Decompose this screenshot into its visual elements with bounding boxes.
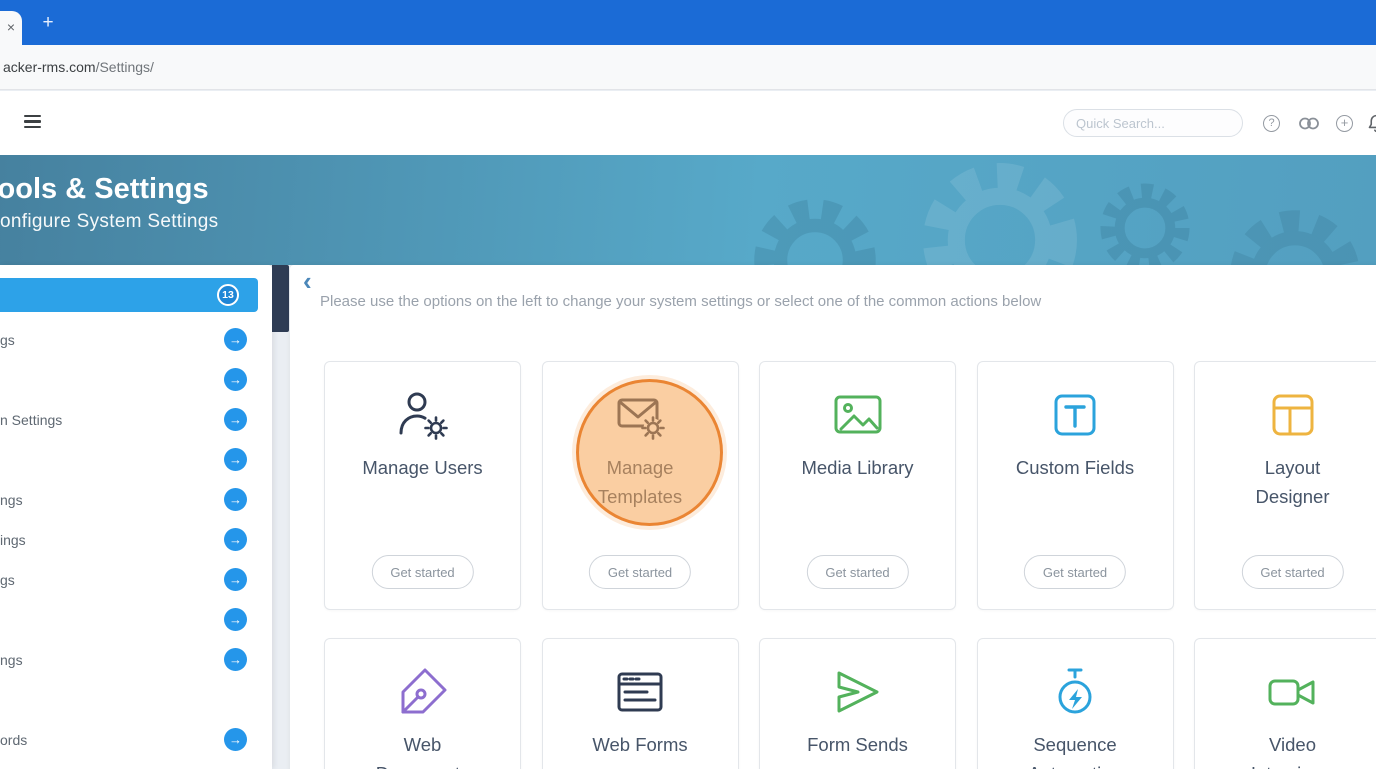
arrow-icon[interactable]: → xyxy=(224,608,247,631)
url-text: acker-rms.com/Settings/ xyxy=(3,45,154,90)
url-domain: acker-rms.com xyxy=(3,59,96,75)
gear-decoration xyxy=(1215,195,1375,265)
sidebar-item[interactable]: → xyxy=(0,600,272,640)
browser-tab[interactable]: × xyxy=(0,11,22,45)
action-card-grid: Manage Users Get started Manage Template… xyxy=(290,265,1376,769)
card-icon xyxy=(830,387,886,443)
card-title: Web Documents xyxy=(359,730,487,769)
count-badge: 13 xyxy=(217,284,239,306)
quick-search-input[interactable] xyxy=(1063,109,1243,137)
card-title: Manage Templates xyxy=(576,453,704,511)
action-card[interactable]: Manage Users Get started xyxy=(324,361,521,610)
card-icon xyxy=(395,664,451,720)
arrow-icon[interactable]: → xyxy=(224,648,247,671)
app-toolbar: ? + xyxy=(0,91,1376,155)
help-icon[interactable]: ? xyxy=(1263,115,1280,132)
sidebar-item-list: gs → → n Settings → → ngs → ings → gs → … xyxy=(0,320,272,760)
menu-icon[interactable] xyxy=(24,115,41,128)
arrow-icon[interactable]: → xyxy=(224,568,247,591)
action-card[interactable]: Manage Templates Get started xyxy=(542,361,739,610)
arrow-icon[interactable]: → xyxy=(224,328,247,351)
sidebar-item-label: ings xyxy=(0,520,26,560)
sidebar-item-label: ords xyxy=(0,720,27,760)
sidebar-collapse-strip[interactable] xyxy=(272,265,289,332)
sidebar-item[interactable]: ngs → xyxy=(0,640,272,680)
sidebar-item[interactable]: gs → xyxy=(0,320,272,360)
get-started-button[interactable]: Get started xyxy=(1024,555,1126,589)
card-title: Media Library xyxy=(801,453,913,482)
page-subtitle: Configure System Settings xyxy=(0,211,218,233)
sidebar-item[interactable]: ings → xyxy=(0,520,272,560)
card-title: Layout Designer xyxy=(1229,453,1357,511)
arrow-icon[interactable]: → xyxy=(224,368,247,391)
action-card[interactable]: Video Interviews Get started xyxy=(1194,638,1376,769)
url-path: /Settings/ xyxy=(96,59,154,75)
page-title: Tools & Settings xyxy=(0,173,209,206)
action-card[interactable]: Form Sends Get started xyxy=(759,638,956,769)
card-icon xyxy=(1265,387,1321,443)
card-title: Manage Users xyxy=(362,453,482,482)
sidebar-item-label: n Settings xyxy=(0,400,62,440)
sidebar-item[interactable]: gs → xyxy=(0,560,272,600)
card-icon xyxy=(395,387,451,443)
arrow-icon[interactable]: → xyxy=(224,448,247,471)
link-icon[interactable] xyxy=(1298,116,1320,136)
sidebar-item[interactable]: n Settings → xyxy=(0,400,272,440)
sidebar-item[interactable]: → xyxy=(0,440,272,480)
card-icon xyxy=(830,664,886,720)
action-card[interactable]: Media Library Get started xyxy=(759,361,956,610)
card-title: Sequence Automation xyxy=(1011,730,1139,769)
sidebar-item-label: gs xyxy=(0,560,15,600)
card-icon xyxy=(1047,664,1103,720)
action-card[interactable]: Layout Designer Get started xyxy=(1194,361,1376,610)
get-started-button[interactable]: Get started xyxy=(806,555,908,589)
gear-decoration xyxy=(905,155,1095,265)
sidebar-item-label: ngs xyxy=(0,480,23,520)
card-title: Video Interviews xyxy=(1229,730,1357,769)
gear-decoration xyxy=(1090,173,1200,265)
screen: × + acker-rms.com/Settings/ ? + Tools & … xyxy=(0,0,1376,769)
arrow-icon[interactable]: → xyxy=(224,488,247,511)
sidebar-active-item[interactable]: 13 xyxy=(0,278,258,312)
sidebar-item-label: gs xyxy=(0,320,15,360)
card-icon xyxy=(1047,387,1103,443)
settings-sidebar: 13 gs → → n Settings → → ngs → ings → gs… xyxy=(0,265,272,769)
get-started-button[interactable]: Get started xyxy=(371,555,473,589)
card-icon xyxy=(612,664,668,720)
action-card[interactable]: Custom Fields Get started xyxy=(977,361,1174,610)
get-started-button[interactable]: Get started xyxy=(1241,555,1343,589)
card-title: Form Sends xyxy=(807,730,908,759)
sidebar-item-label: ngs xyxy=(0,640,23,680)
action-card[interactable]: Web Documents Get started xyxy=(324,638,521,769)
sidebar-item[interactable]: → xyxy=(0,360,272,400)
new-tab-button[interactable]: + xyxy=(38,13,58,33)
card-title: Web Forms xyxy=(592,730,687,759)
action-card[interactable]: Web Forms Get started xyxy=(542,638,739,769)
notifications-bell-icon[interactable] xyxy=(1366,113,1376,139)
card-title: Custom Fields xyxy=(1016,453,1134,482)
tab-close-icon[interactable]: × xyxy=(7,19,15,35)
arrow-icon[interactable]: → xyxy=(224,728,247,751)
gear-decoration xyxy=(740,185,890,265)
card-icon xyxy=(1265,664,1321,720)
sidebar-item[interactable]: → xyxy=(0,680,272,720)
add-icon[interactable]: + xyxy=(1336,115,1353,132)
get-started-button[interactable]: Get started xyxy=(589,555,691,589)
browser-addressbar[interactable]: acker-rms.com/Settings/ xyxy=(0,45,1376,90)
browser-tabstrip: × + xyxy=(0,0,1376,45)
arrow-icon[interactable]: → xyxy=(224,408,247,431)
arrow-icon[interactable]: → xyxy=(224,528,247,551)
hero-banner: Tools & Settings Configure System Settin… xyxy=(0,155,1376,265)
sidebar-item[interactable]: ngs → xyxy=(0,480,272,520)
action-card[interactable]: Sequence Automation Get started xyxy=(977,638,1174,769)
sidebar-item[interactable]: ords → xyxy=(0,720,272,760)
main-panel: ‹ Please use the options on the left to … xyxy=(290,265,1376,769)
card-icon xyxy=(612,387,668,443)
